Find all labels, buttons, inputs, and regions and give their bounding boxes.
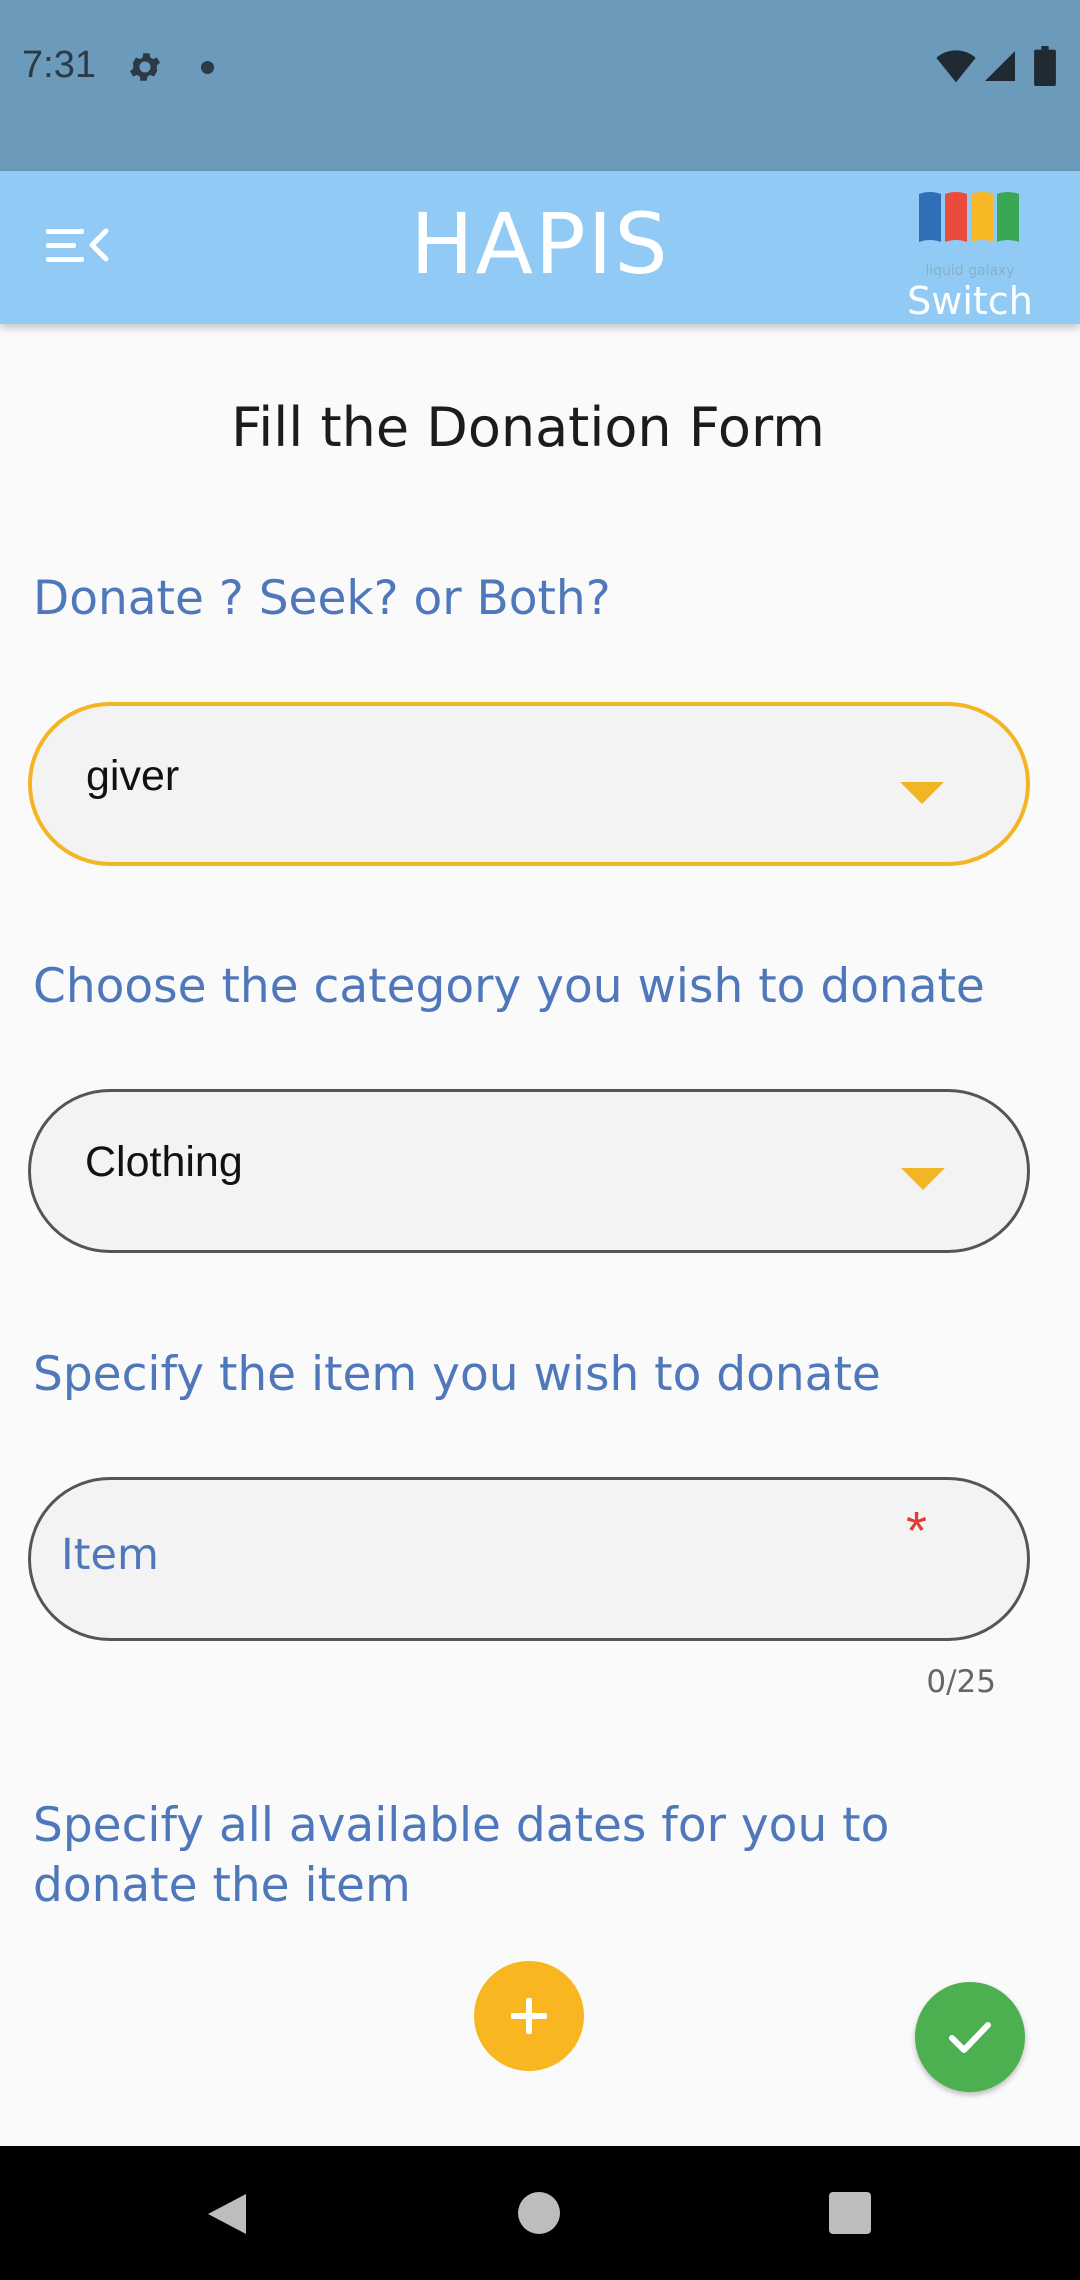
gear-icon <box>129 53 161 81</box>
role-dropdown[interactable]: giver <box>28 702 1030 866</box>
dates-section-label: Specify all available dates for you to d… <box>33 1798 890 1913</box>
role-section-label: Donate ? Seek? or Both? <box>33 571 611 626</box>
status-bar: 7:31 <box>0 0 1080 171</box>
add-date-button[interactable] <box>474 1961 584 2071</box>
back-icon[interactable] <box>204 2190 250 2238</box>
confirm-button[interactable] <box>915 1982 1025 2092</box>
required-asterisk: * <box>905 1501 927 1561</box>
category-dropdown-value: Clothing <box>85 1138 243 1186</box>
wifi-icon <box>936 50 976 83</box>
item-char-counter: 0/25 <box>926 1664 996 1700</box>
category-section-label: Choose the category you wish to donate <box>33 959 985 1014</box>
notification-dot-icon <box>201 61 214 74</box>
home-icon[interactable] <box>518 2192 560 2234</box>
logo-caption: liquid galaxy <box>925 263 1015 279</box>
item-input[interactable]: Item * <box>28 1477 1030 1641</box>
chevron-down-icon <box>901 1168 945 1190</box>
system-nav-bar <box>0 2146 1080 2280</box>
switch-button[interactable]: Switch <box>880 279 1060 323</box>
role-dropdown-value: giver <box>86 752 180 800</box>
app-bar: HAPIS liquid galaxy Switch <box>0 171 1080 324</box>
check-icon <box>949 2022 991 2053</box>
liquid-galaxy-logo[interactable] <box>915 186 1025 266</box>
item-input-placeholder: Item <box>61 1530 159 1580</box>
plus-icon <box>511 1998 547 2034</box>
signal-icon <box>985 51 1015 81</box>
status-time: 7:31 <box>22 44 96 86</box>
chevron-down-icon <box>900 782 944 804</box>
category-dropdown[interactable]: Clothing <box>28 1089 1030 1253</box>
recent-apps-icon[interactable] <box>829 2192 871 2234</box>
page-title: Fill the Donation Form <box>231 396 825 459</box>
battery-icon <box>1034 46 1056 86</box>
item-section-label: Specify the item you wish to donate <box>33 1347 881 1402</box>
